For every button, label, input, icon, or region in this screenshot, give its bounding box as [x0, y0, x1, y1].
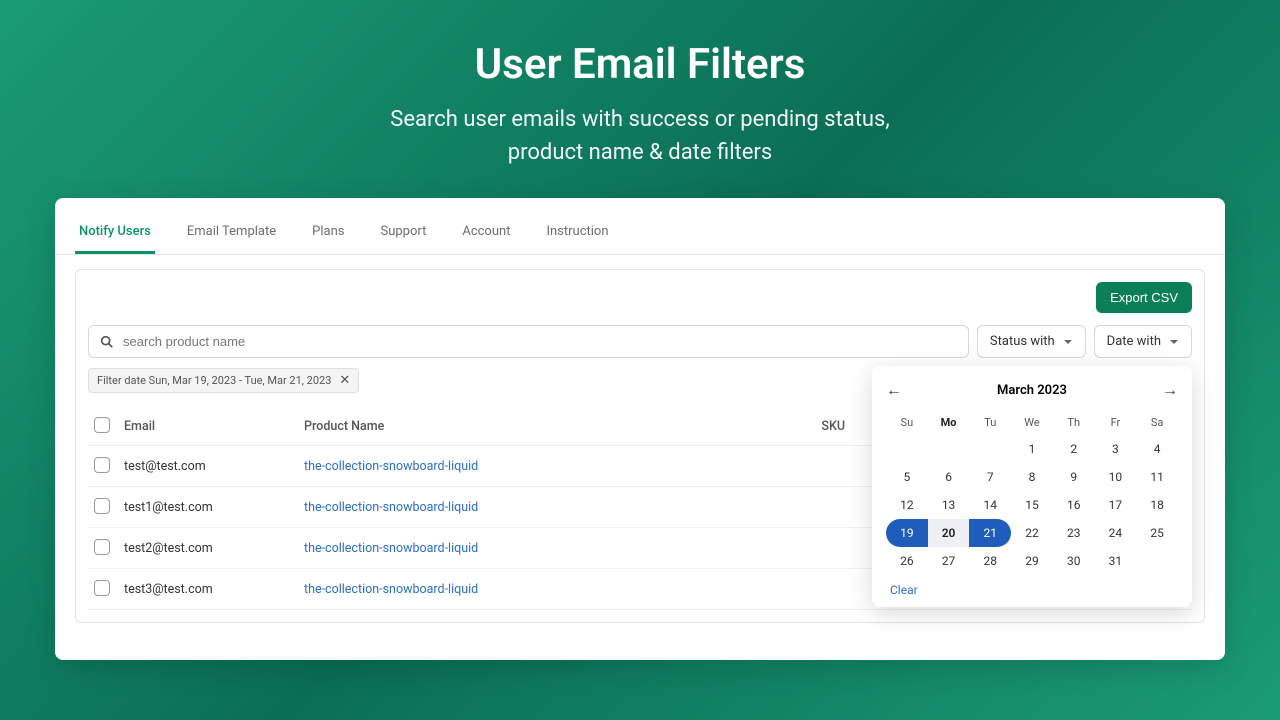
- search-icon: [99, 334, 115, 350]
- calendar-day[interactable]: 21: [969, 519, 1011, 547]
- tab-plans[interactable]: Plans: [308, 216, 348, 254]
- search-input[interactable]: [123, 334, 958, 349]
- calendar-dow: Tu: [969, 410, 1011, 435]
- status-dropdown[interactable]: Status with: [977, 325, 1086, 358]
- select-all-checkbox[interactable]: [94, 417, 110, 433]
- calendar-dow: Mo: [928, 410, 970, 435]
- calendar-day[interactable]: 26: [886, 547, 928, 575]
- product-link[interactable]: the-collection-snowboard-liquid: [304, 541, 478, 556]
- product-link[interactable]: the-collection-snowboard-liquid: [304, 582, 478, 597]
- filter-panel: Export CSV Status with Date with Filter …: [75, 269, 1205, 623]
- calendar-day[interactable]: 1: [1011, 435, 1053, 463]
- tab-email-template[interactable]: Email Template: [183, 216, 280, 254]
- calendar-day[interactable]: 19: [886, 519, 928, 547]
- calendar-day[interactable]: 2: [1053, 435, 1095, 463]
- calendar-day[interactable]: 4: [1136, 435, 1178, 463]
- calendar-day[interactable]: 15: [1011, 491, 1053, 519]
- page-header: User Email Filters Search user emails wi…: [0, 0, 1280, 169]
- row-checkbox[interactable]: [94, 498, 110, 514]
- date-dropdown[interactable]: Date with: [1094, 325, 1192, 358]
- cell-email: test3@test.com: [118, 569, 298, 610]
- calendar-day[interactable]: 27: [928, 547, 970, 575]
- search-input-wrapper[interactable]: [88, 325, 969, 358]
- calendar-day[interactable]: 3: [1095, 435, 1137, 463]
- tab-support[interactable]: Support: [376, 216, 430, 254]
- calendar-day[interactable]: 29: [1011, 547, 1053, 575]
- calendar-day[interactable]: 18: [1136, 491, 1178, 519]
- calendar-day[interactable]: 8: [1011, 463, 1053, 491]
- col-email: Email: [118, 407, 298, 446]
- calendar-day[interactable]: 13: [928, 491, 970, 519]
- calendar-day[interactable]: 16: [1053, 491, 1095, 519]
- calendar-day[interactable]: 6: [928, 463, 970, 491]
- calendar-day[interactable]: 11: [1136, 463, 1178, 491]
- calendar-dow: Sa: [1136, 410, 1178, 435]
- tab-notify-users[interactable]: Notify Users: [75, 216, 155, 254]
- caret-down-icon: [1063, 337, 1073, 347]
- calendar-day[interactable]: 10: [1095, 463, 1137, 491]
- product-link[interactable]: the-collection-snowboard-liquid: [304, 459, 478, 474]
- col-product: Product Name: [298, 407, 815, 446]
- calendar-day[interactable]: 28: [969, 547, 1011, 575]
- prev-month-button[interactable]: ←: [886, 380, 902, 400]
- calendar-title: March 2023: [997, 383, 1067, 398]
- row-checkbox[interactable]: [94, 580, 110, 596]
- calendar-day[interactable]: 5: [886, 463, 928, 491]
- cell-email: test@test.com: [118, 446, 298, 487]
- close-icon[interactable]: ✕: [339, 373, 350, 388]
- tab-bar: Notify Users Email Template Plans Support Ac…: [55, 216, 1225, 255]
- calendar-clear-button[interactable]: Clear: [890, 583, 918, 597]
- product-link[interactable]: the-collection-snowboard-liquid: [304, 500, 478, 515]
- caret-down-icon: [1169, 337, 1179, 347]
- cell-email: test1@test.com: [118, 487, 298, 528]
- row-checkbox[interactable]: [94, 539, 110, 555]
- calendar-dow: We: [1011, 410, 1053, 435]
- calendar-day[interactable]: 14: [969, 491, 1011, 519]
- next-month-button[interactable]: →: [1162, 380, 1178, 400]
- tab-account[interactable]: Account: [458, 216, 514, 254]
- calendar-day[interactable]: 25: [1136, 519, 1178, 547]
- calendar-day[interactable]: 7: [969, 463, 1011, 491]
- calendar-day[interactable]: 30: [1053, 547, 1095, 575]
- calendar-day[interactable]: 9: [1053, 463, 1095, 491]
- tab-instruction[interactable]: Instruction: [542, 216, 612, 254]
- date-picker: ← March 2023 → SuMoTuWeThFrSa12345678910…: [872, 366, 1192, 607]
- calendar-dow: Th: [1053, 410, 1095, 435]
- calendar-day[interactable]: 23: [1053, 519, 1095, 547]
- calendar-dow: Su: [886, 410, 928, 435]
- calendar-day[interactable]: 12: [886, 491, 928, 519]
- export-csv-button[interactable]: Export CSV: [1096, 282, 1192, 313]
- calendar-day[interactable]: 22: [1011, 519, 1053, 547]
- calendar-day[interactable]: 24: [1095, 519, 1137, 547]
- page-subtitle: Search user emails with success or pendi…: [0, 103, 1280, 169]
- calendar-dow: Fr: [1095, 410, 1137, 435]
- calendar-day[interactable]: 31: [1095, 547, 1137, 575]
- calendar-day[interactable]: 17: [1095, 491, 1137, 519]
- page-title: User Email Filters: [0, 40, 1280, 89]
- cell-email: test2@test.com: [118, 528, 298, 569]
- calendar-day[interactable]: 20: [928, 519, 970, 547]
- date-filter-tag: Filter date Sun, Mar 19, 2023 - Tue, Mar…: [88, 368, 359, 393]
- row-checkbox[interactable]: [94, 457, 110, 473]
- main-card: Notify Users Email Template Plans Support Ac…: [55, 198, 1225, 660]
